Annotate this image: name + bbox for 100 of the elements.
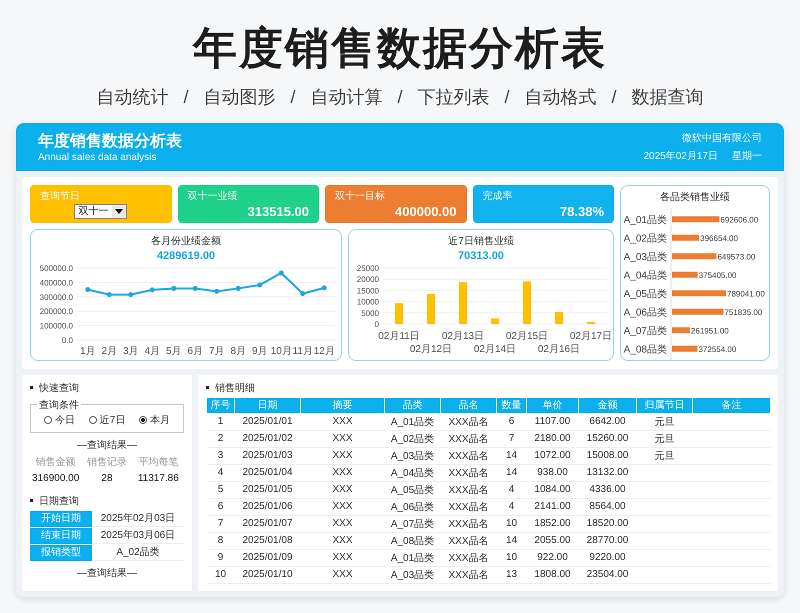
table-cell: 2: [206, 430, 234, 448]
kpi-value: 400000.00: [395, 204, 456, 219]
result-title: —查询结果—: [76, 438, 138, 452]
table-cell: 10: [496, 515, 526, 532]
table-cell: A_04品类: [384, 464, 440, 482]
axis-label: 6月: [187, 346, 204, 357]
table-cell: 10: [206, 566, 234, 584]
data-point: [192, 286, 198, 291]
axis-label: 2月: [101, 346, 118, 357]
kpi-value: 78.38%: [560, 204, 604, 219]
table-cell: 1084.00: [526, 481, 578, 498]
company-name: 微软中国有限公司: [682, 132, 762, 145]
bar: [672, 271, 698, 278]
axis-label: 02月16日: [538, 344, 580, 355]
axis-label: 300000.0: [40, 292, 73, 302]
bar: [555, 312, 563, 324]
table-cell: XXX品名: [440, 430, 496, 448]
dashboard-title: 年度销售数据分析表: [38, 131, 182, 152]
bar: [672, 252, 716, 259]
table-cell: XXX: [300, 566, 384, 584]
column-header: 品名: [440, 397, 496, 414]
bar: [672, 345, 698, 352]
data-label: 396654.00: [700, 233, 738, 242]
table-cell: 2025/01/08: [234, 532, 300, 550]
bullet-icon: [206, 386, 209, 390]
axis-label: 1月: [80, 346, 96, 357]
table-cell: 10: [496, 549, 526, 566]
radio-option[interactable]: 今日: [44, 412, 75, 427]
table-cell: 1107.00: [526, 413, 578, 430]
table-cell: XXX品名: [440, 549, 496, 566]
metric-label: 平均每笔: [137, 456, 180, 469]
radio-option[interactable]: 本月: [139, 412, 170, 427]
field-value[interactable]: 2025年02月03日: [92, 510, 184, 527]
table-cell: 4336.00: [578, 481, 636, 498]
metric-value: 316900.00: [31, 472, 80, 484]
table-cell: 15260.00: [578, 430, 636, 448]
table-cell: 4: [206, 464, 234, 482]
table-cell: 4: [496, 498, 526, 516]
table-cell: A_02品类: [384, 430, 440, 448]
data-point: [150, 286, 155, 292]
data-point: [128, 292, 134, 297]
chart-title: 近7日销售业绩: [448, 234, 514, 248]
table-cell: 2025/01/10: [234, 566, 300, 584]
data-label: 789041.00: [727, 288, 765, 298]
table-cell: XXX品名: [440, 481, 496, 498]
holiday-dropdown[interactable]: 双十一: [74, 204, 128, 219]
radio-option[interactable]: 近7日: [88, 412, 126, 427]
bar: [672, 326, 690, 333]
field-value[interactable]: A_02品类: [92, 544, 184, 561]
table-cell: 23504.00: [578, 566, 636, 584]
table-cell: 2025/01/05: [234, 481, 300, 498]
axis-label: A_01品类: [624, 214, 667, 226]
data-label: 649573.00: [717, 252, 756, 261]
metric-value: 28: [100, 472, 114, 484]
metric-label: 销售记录: [86, 456, 128, 469]
table-cell: 1808.00: [526, 566, 578, 584]
table-cell: 14: [496, 447, 526, 464]
bar: [523, 281, 531, 324]
axis-label: A_03品类: [624, 251, 667, 262]
table-cell: 14: [496, 464, 526, 482]
data-point: [236, 286, 241, 291]
table-cell: 5: [206, 481, 234, 498]
table-cell: A_01品类: [384, 413, 440, 430]
table-cell: A_08品类: [384, 532, 440, 550]
table-cell: XXX: [300, 430, 384, 448]
data-label: 692606.00: [720, 214, 758, 224]
field-value[interactable]: 2025年03月06日: [92, 528, 184, 544]
column-header: 摘要: [300, 397, 384, 414]
chart-title: 各月份业绩金额: [151, 234, 221, 248]
bar: [672, 234, 700, 240]
bullet-icon: [30, 499, 33, 502]
table-cell: 6642.00: [578, 413, 636, 430]
axis-label: 200000.0: [40, 306, 73, 316]
field-label: 开始日期: [30, 510, 92, 527]
axis-label: 02月14日: [474, 344, 516, 355]
data-label: 751835.00: [724, 307, 762, 316]
table-cell: XXX: [300, 549, 384, 566]
table-cell: 2025/01/01: [234, 413, 300, 430]
table-cell: 9: [206, 549, 234, 566]
table-cell: 元旦: [636, 413, 692, 430]
metric-label: 销售金额: [34, 456, 77, 469]
axis-label: 15000: [356, 286, 379, 295]
table-cell: 8: [206, 532, 234, 550]
column-header: 序号: [206, 397, 234, 414]
table-cell: 2025/01/07: [234, 515, 300, 532]
axis-label: 3月: [122, 346, 139, 357]
table-cell: XXX品名: [440, 532, 496, 550]
bar: [672, 308, 724, 314]
table-cell: 6: [496, 413, 526, 430]
table-cell: XXX: [300, 515, 384, 532]
weekday-text: 星期一: [732, 150, 762, 163]
table-cell: 9220.00: [578, 549, 636, 566]
column-header: 金额: [578, 397, 636, 414]
axis-label: 5000: [361, 308, 379, 318]
bar: [427, 294, 435, 324]
table-cell: 938.00: [526, 464, 578, 482]
axis-label: 0.0: [62, 336, 73, 345]
table-cell: XXX品名: [440, 464, 496, 482]
bar: [587, 322, 595, 324]
axis-label: 02月11日: [378, 330, 420, 342]
